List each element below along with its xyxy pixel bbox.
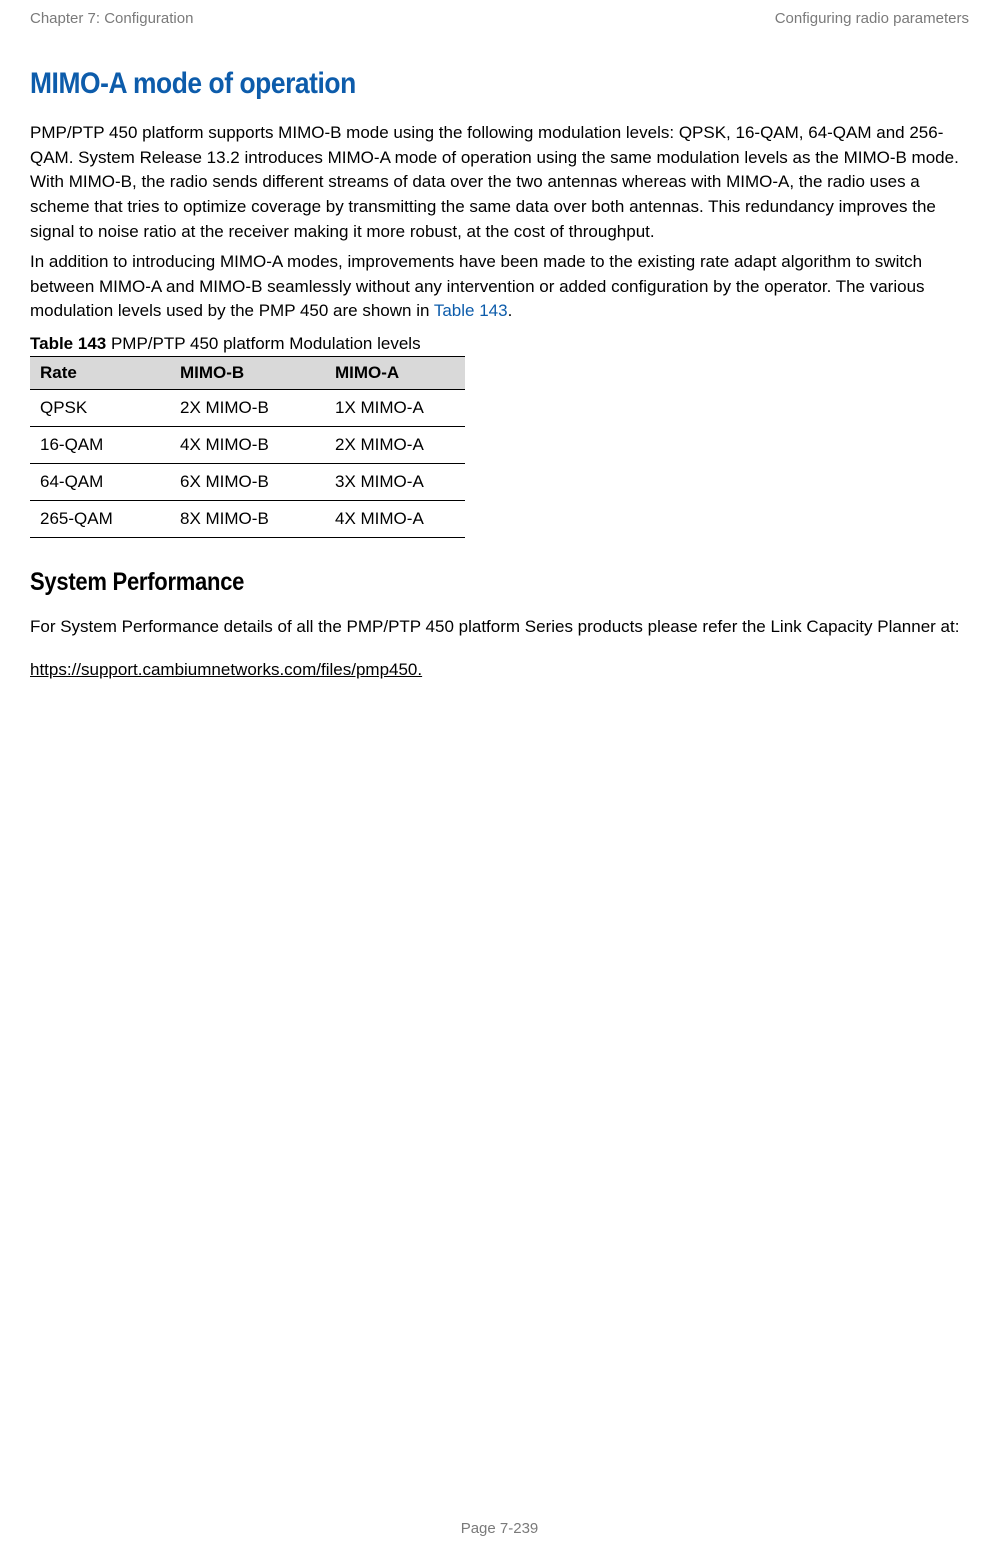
table-header-row: Rate MIMO-B MIMO-A [30, 357, 465, 390]
paragraph-2-suffix: . [508, 301, 513, 320]
table-row: 16-QAM 4X MIMO-B 2X MIMO-A [30, 427, 465, 464]
table-cell: 265-QAM [30, 501, 170, 538]
paragraph-2: In addition to introducing MIMO-A modes,… [30, 250, 969, 324]
table-reference-link[interactable]: Table 143 [434, 301, 508, 320]
table-cell: 4X MIMO-A [325, 501, 465, 538]
heading-mimo-a: MIMO-A mode of operation [30, 67, 856, 101]
table-cell: 6X MIMO-B [170, 464, 325, 501]
header-right: Configuring radio parameters [775, 10, 969, 27]
table-header-mimo-a: MIMO-A [325, 357, 465, 390]
table-cell: 16-QAM [30, 427, 170, 464]
table-cell: 3X MIMO-A [325, 464, 465, 501]
page-footer: Page 7-239 [0, 1520, 999, 1537]
table-cell: 2X MIMO-A [325, 427, 465, 464]
heading-system-performance: System Performance [30, 568, 856, 597]
external-link[interactable]: https://support.cambiumnetworks.com/file… [30, 660, 422, 679]
table-row: QPSK 2X MIMO-B 1X MIMO-A [30, 390, 465, 427]
system-performance-paragraph: For System Performance details of all th… [30, 613, 969, 642]
table-cell: 8X MIMO-B [170, 501, 325, 538]
table-row: 64-QAM 6X MIMO-B 3X MIMO-A [30, 464, 465, 501]
paragraph-1: PMP/PTP 450 platform supports MIMO-B mod… [30, 121, 969, 244]
table-cell: 2X MIMO-B [170, 390, 325, 427]
table-caption-number: Table 143 [30, 334, 106, 353]
modulation-levels-table: Rate MIMO-B MIMO-A QPSK 2X MIMO-B 1X MIM… [30, 356, 465, 538]
page-header: Chapter 7: Configuration Configuring rad… [30, 10, 969, 27]
table-caption-text: PMP/PTP 450 platform Modulation levels [106, 334, 420, 353]
table-cell: QPSK [30, 390, 170, 427]
table-header-rate: Rate [30, 357, 170, 390]
table-row: 265-QAM 8X MIMO-B 4X MIMO-A [30, 501, 465, 538]
table-header-mimo-b: MIMO-B [170, 357, 325, 390]
header-left: Chapter 7: Configuration [30, 10, 193, 27]
table-cell: 64-QAM [30, 464, 170, 501]
table-cell: 4X MIMO-B [170, 427, 325, 464]
table-cell: 1X MIMO-A [325, 390, 465, 427]
table-caption: Table 143 PMP/PTP 450 platform Modulatio… [30, 334, 969, 354]
